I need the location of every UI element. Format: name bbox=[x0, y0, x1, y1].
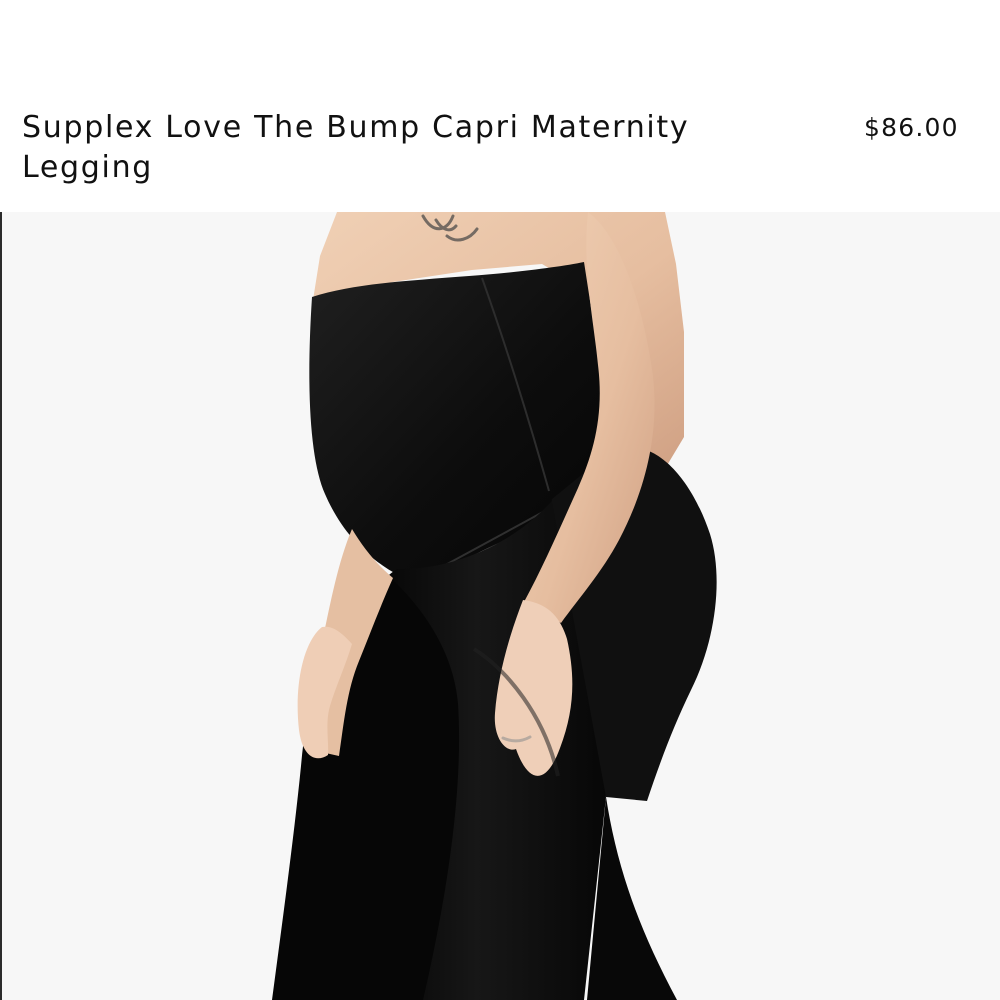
maternity-legging-photo bbox=[2, 212, 1000, 1000]
product-header: Supplex Love The Bump Capri Maternity Le… bbox=[0, 0, 1000, 212]
product-price: $86.00 bbox=[864, 113, 959, 142]
product-title: Supplex Love The Bump Capri Maternity Le… bbox=[22, 110, 690, 185]
product-image bbox=[2, 212, 1000, 1000]
